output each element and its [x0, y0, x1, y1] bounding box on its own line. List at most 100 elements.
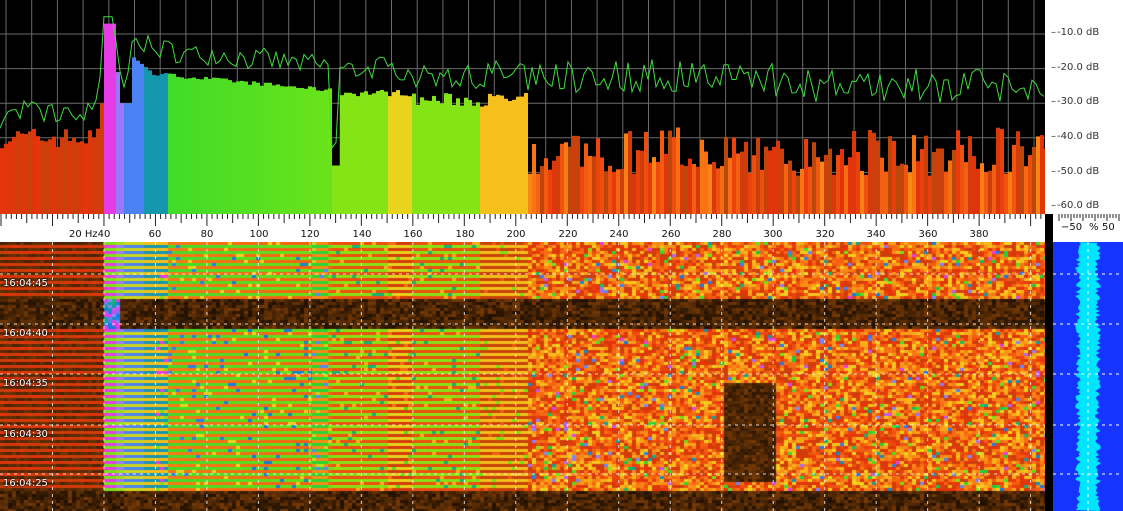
- spectrum-bar: [640, 150, 644, 214]
- spectrum-bar: [40, 140, 44, 214]
- spectrum-bar: [796, 175, 800, 214]
- spectrum-bar: [68, 141, 72, 214]
- spectrum-bar: [532, 144, 536, 214]
- waterfall-spectrogram[interactable]: 16:04:45 16:04:40 16:04:35 16:04:30 16:0…: [0, 242, 1045, 511]
- spectrum-bar: [1004, 173, 1008, 214]
- freq-label: 360: [918, 229, 938, 240]
- spectrum-bar: [964, 162, 968, 214]
- freq-label: 260: [661, 229, 681, 240]
- spectrum-bar: [624, 133, 628, 214]
- spectrum-bar: [300, 87, 304, 214]
- spectrum-bar: [340, 95, 344, 214]
- spectrum-bar: [680, 164, 684, 214]
- spectrum-bar: [660, 130, 664, 214]
- spectrum-bar: [108, 23, 112, 214]
- spectrum-bar: [932, 152, 936, 214]
- spectrum-bar: [180, 77, 184, 214]
- spectrum-bar: [256, 82, 260, 214]
- spectrum-bar: [876, 140, 880, 214]
- spectrum-bar: [432, 95, 436, 214]
- spectrum-bar: [92, 137, 96, 214]
- freq-label: 160: [403, 229, 423, 240]
- spectrum-bar: [356, 96, 360, 214]
- input-level-meter: [1053, 242, 1123, 511]
- spectrum-bar: [548, 169, 552, 214]
- spectrum-bar: [268, 82, 272, 214]
- spectrum-bar: [868, 129, 872, 214]
- spectrum-bar: [792, 170, 796, 214]
- spectrum-bar: [636, 150, 640, 214]
- level-scale-ticks: [1058, 214, 1120, 221]
- spectrum-bar: [20, 133, 24, 214]
- spectrum-bar: [912, 135, 916, 214]
- spectrum-bar: [4, 143, 8, 214]
- spectrum-bar: [264, 82, 268, 214]
- spectrum-bar: [44, 141, 48, 214]
- spectrum-bar: [352, 93, 356, 214]
- freq-label: 240: [609, 229, 629, 240]
- spectrum-bar: [936, 148, 940, 214]
- spectrum-bar: [828, 148, 832, 214]
- spectrum-bar: [852, 130, 856, 214]
- spectrum-bar: [996, 127, 1000, 214]
- spectrum-bar: [132, 57, 136, 214]
- spectrum-bar: [36, 136, 40, 214]
- spectrum-bar: [240, 80, 244, 214]
- spectrum-bar: [324, 89, 328, 214]
- spectrum-bar: [884, 171, 888, 214]
- spectrum-bar: [416, 104, 420, 214]
- spectrum-display[interactable]: [0, 0, 1045, 214]
- spectrum-bar: [540, 166, 544, 214]
- spectrum-bar: [712, 161, 716, 214]
- freq-label: 320: [815, 229, 835, 240]
- freq-label: 220: [558, 229, 578, 240]
- time-label: 16:04:40: [3, 328, 48, 339]
- spectrum-bar: [572, 135, 576, 214]
- spectrum-bar: [892, 140, 896, 214]
- spectrum-bar: [208, 79, 212, 214]
- spectrum-bar: [668, 130, 672, 214]
- spectrum-bar: [368, 94, 372, 214]
- spectrum-bar: [536, 173, 540, 214]
- spectrum-bar: [716, 168, 720, 214]
- spectrum-bar: [588, 155, 592, 214]
- spectrum-bar: [296, 87, 300, 214]
- db-label-50: -50.0 dB: [1051, 166, 1099, 177]
- freq-unit-label: 20 Hz: [69, 229, 98, 240]
- freq-label: 40: [97, 229, 111, 240]
- spectrum-bar: [596, 138, 600, 214]
- spectrum-bar: [656, 161, 660, 214]
- spectrum-bar: [552, 160, 556, 214]
- spectrum-bar: [408, 96, 412, 214]
- frequency-tick-marks: [0, 214, 1042, 226]
- spectrum-bar: [320, 91, 324, 214]
- spectrum-bar: [728, 157, 732, 214]
- spectrum-bar: [560, 143, 564, 214]
- spectrum-bar: [776, 140, 780, 214]
- spectrum-bar: [348, 92, 352, 214]
- spectrum-bar: [612, 171, 616, 214]
- spectrum-bar: [772, 146, 776, 214]
- spectrum-bar: [952, 149, 956, 214]
- spectrum-bar: [1024, 166, 1028, 214]
- spectrum-bar: [940, 148, 944, 214]
- spectrum-bar: [48, 139, 52, 214]
- spectrum-bar: [488, 93, 492, 214]
- spectrum-bar: [244, 81, 248, 214]
- spectrum-bar: [332, 165, 336, 214]
- spectrum-bar: [956, 130, 960, 214]
- spectrum-bar: [568, 146, 572, 214]
- spectrum-bar: [576, 135, 580, 214]
- spectrum-bar: [840, 149, 844, 214]
- spectrum-bar: [564, 142, 568, 214]
- spectrum-bar: [28, 131, 32, 214]
- spectrum-bar: [232, 82, 236, 214]
- frequency-axis[interactable]: 20 Hz 40 60 80 100 120 140 160 180 200 2…: [0, 214, 1045, 242]
- spectrum-bar: [740, 151, 744, 214]
- db-label-40: -40.0 dB: [1051, 131, 1099, 142]
- freq-label: 80: [200, 229, 214, 240]
- spectrum-bar: [720, 165, 724, 214]
- panel-separator: [1045, 214, 1053, 511]
- spectrum-bar: [164, 73, 168, 214]
- spectrum-bar: [872, 132, 876, 214]
